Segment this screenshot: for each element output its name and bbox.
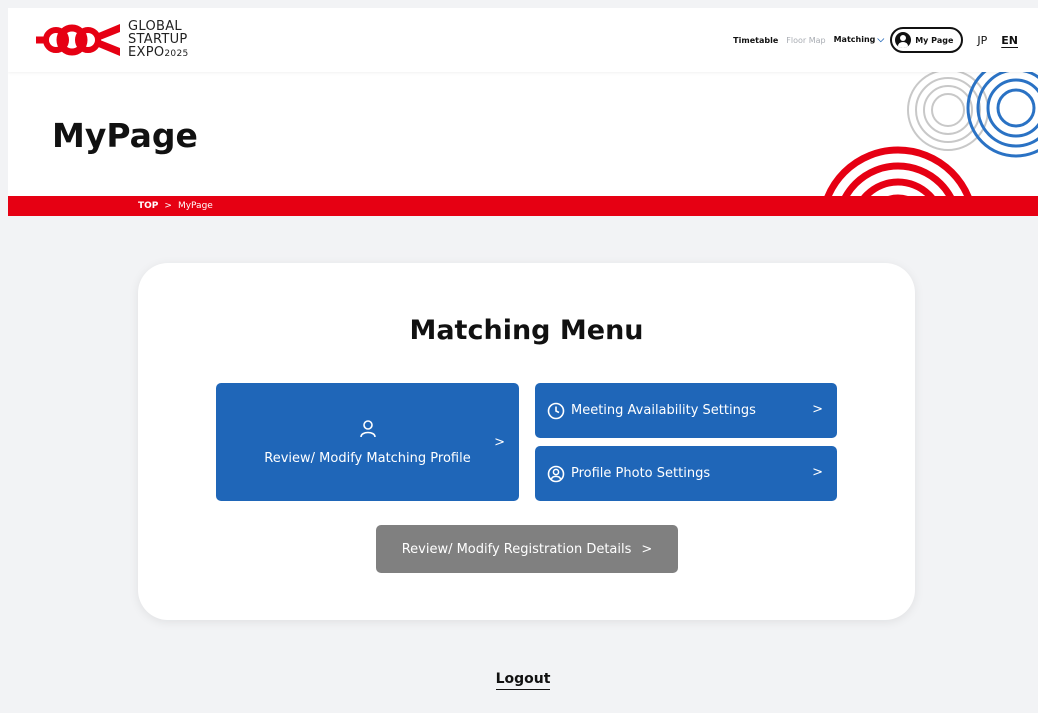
logo-year: 2025 xyxy=(164,48,189,59)
review-modify-registration-details-button[interactable]: Review/ Modify Registration Details > xyxy=(376,525,678,573)
chevron-right-icon: > xyxy=(812,402,823,417)
nav-floor-map[interactable]: Floor Map xyxy=(786,36,825,45)
user-avatar-icon xyxy=(895,32,912,48)
page-hero: MyPage xyxy=(8,72,1038,196)
breadcrumb-current: MyPage xyxy=(177,201,213,211)
logout-container: Logout xyxy=(8,668,1038,690)
breadcrumb-top-link[interactable]: TOP xyxy=(138,201,158,211)
expo-logo-mark-icon xyxy=(36,24,120,56)
logo-line-3-text: EXPO xyxy=(128,44,165,60)
page-title: MyPage xyxy=(52,116,198,155)
main-nav: Timetable Floor Map Matching ⌵ My Page JP… xyxy=(725,8,1018,72)
chevron-right-icon: > xyxy=(494,435,505,450)
mypage-button[interactable]: My Page xyxy=(890,27,964,53)
registration-button-label: Review/ Modify Registration Details xyxy=(401,541,632,557)
clock-icon xyxy=(547,402,565,420)
breadcrumb: TOP > MyPage xyxy=(138,196,213,216)
logo-line-1: GLOBAL xyxy=(128,18,182,34)
meeting-availability-settings-button[interactable]: Meeting Availability Settings > xyxy=(535,383,837,438)
profile-photo-settings-button[interactable]: Profile Photo Settings > xyxy=(535,446,837,501)
photo-button-label: Profile Photo Settings xyxy=(571,466,711,481)
user-circle-icon xyxy=(547,465,565,483)
review-modify-matching-profile-button[interactable]: Review/ Modify Matching Profile > xyxy=(216,383,519,501)
site-header: GLOBAL STARTUP EXPO2025 Timetable Floor … xyxy=(8,8,1038,72)
logout-link[interactable]: Logout xyxy=(495,671,551,690)
breadcrumb-separator: > xyxy=(164,201,172,211)
nav-matching[interactable]: Matching ⌵ xyxy=(834,35,885,45)
global-startup-expo-logo[interactable]: GLOBAL STARTUP EXPO2025 xyxy=(34,14,189,66)
matching-profile-button-label: Review/ Modify Matching Profile xyxy=(264,450,471,466)
decorative-rings-icon xyxy=(824,72,1038,196)
lang-en-link[interactable]: EN xyxy=(1001,34,1018,47)
matching-menu-card: Matching Menu Review/ Modify Matching Pr… xyxy=(138,263,915,620)
availability-button-label: Meeting Availability Settings xyxy=(571,403,756,418)
nav-matching-label: Matching xyxy=(833,35,876,44)
logo-line-3: EXPO2025 xyxy=(128,46,189,61)
lang-jp-link[interactable]: JP xyxy=(977,34,987,47)
mypage-button-label: My Page xyxy=(915,35,954,45)
chevron-down-icon: ⌵ xyxy=(877,35,885,45)
person-icon xyxy=(359,419,377,443)
breadcrumb-bar: TOP > MyPage xyxy=(8,196,1038,216)
chevron-right-icon: > xyxy=(812,465,823,480)
chevron-right-icon: > xyxy=(641,541,653,557)
logo-wordmark: GLOBAL STARTUP EXPO2025 xyxy=(128,20,189,61)
nav-timetable[interactable]: Timetable xyxy=(733,36,778,45)
page: GLOBAL STARTUP EXPO2025 Timetable Floor … xyxy=(8,8,1038,713)
matching-menu-title: Matching Menu xyxy=(409,315,644,346)
